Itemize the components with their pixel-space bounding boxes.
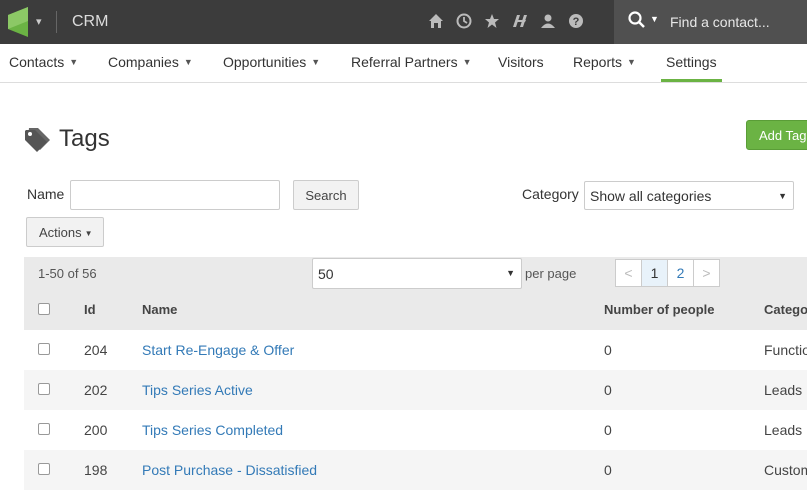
nav-label: Reports xyxy=(573,54,623,70)
per-page-select[interactable]: 50 ▼ xyxy=(312,258,522,289)
tag-category: Leads xyxy=(764,422,803,438)
app-name: CRM xyxy=(72,13,109,30)
tag-people-count: 0 xyxy=(604,342,612,358)
add-tag-button[interactable]: Add Tag xyxy=(746,120,807,150)
chevron-down-icon: ▼ xyxy=(84,229,93,238)
nav-visitors[interactable]: Visitors xyxy=(498,54,544,70)
name-filter-label: Name xyxy=(27,186,65,202)
table-row: 200 Tips Series Completed 0 Leads xyxy=(24,410,807,450)
tag-name-link[interactable]: Tips Series Completed xyxy=(142,422,283,438)
nav-label: Companies xyxy=(108,54,179,70)
select-all-checkbox[interactable] xyxy=(38,303,50,315)
per-page-value: 50 xyxy=(318,266,334,282)
category-selected-value: Show all categories xyxy=(590,188,712,204)
column-header-category[interactable]: Category xyxy=(764,302,807,317)
chevron-down-icon: ▼ xyxy=(506,268,515,278)
actions-button[interactable]: Actions ▼ xyxy=(26,217,104,247)
tag-category: Leads xyxy=(764,382,803,398)
tag-people-count: 0 xyxy=(604,382,612,398)
pagination: < 1 2 > xyxy=(615,259,720,287)
tag-category: Functional xyxy=(764,342,807,358)
app-menu-chevron-icon[interactable]: ▾ xyxy=(36,15,42,28)
row-checkbox[interactable] xyxy=(38,463,50,475)
row-checkbox[interactable] xyxy=(38,383,50,395)
result-range: 1-50 of 56 xyxy=(38,266,97,281)
category-select[interactable]: Show all categories ▼ xyxy=(584,181,794,210)
chevron-down-icon: ▼ xyxy=(778,191,787,201)
nav-settings[interactable]: Settings xyxy=(661,54,722,82)
home-icon[interactable] xyxy=(426,11,446,31)
tag-name-link[interactable]: Start Re-Engage & Offer xyxy=(142,342,294,358)
page-title: Tags xyxy=(59,125,110,152)
tag-category: Customers xyxy=(764,462,807,478)
tag-name-link[interactable]: Tips Series Active xyxy=(142,382,253,398)
contact-search: ▼ xyxy=(614,0,807,44)
pager-bar: 1-50 of 56 50 ▼ per page < 1 2 > xyxy=(24,257,807,290)
tag-id: 202 xyxy=(84,382,108,398)
tag-id: 198 xyxy=(84,462,108,478)
chevron-down-icon: ▼ xyxy=(627,57,636,67)
nav-companies[interactable]: Companies ▼ xyxy=(108,54,193,70)
tags-icon xyxy=(25,128,50,152)
per-page-label: per page xyxy=(525,266,577,281)
tag-id: 200 xyxy=(84,422,108,438)
search-button[interactable]: Search xyxy=(293,180,359,210)
nav-referral-partners[interactable]: Referral Partners ▼ xyxy=(351,54,472,70)
nav-label: Referral Partners xyxy=(351,54,458,70)
table-row: 202 Tips Series Active 0 Leads xyxy=(24,370,807,410)
search-icon[interactable] xyxy=(628,11,646,32)
name-filter-input[interactable] xyxy=(70,180,280,210)
nav-contacts[interactable]: Contacts ▼ xyxy=(9,54,78,70)
chevron-down-icon: ▼ xyxy=(311,57,321,67)
tag-people-count: 0 xyxy=(604,462,612,478)
chevron-down-icon: ▼ xyxy=(183,57,193,67)
chevron-down-icon: ▼ xyxy=(69,57,79,67)
column-header-name[interactable]: Name xyxy=(142,302,177,317)
column-header-number-of-people[interactable]: Number of people xyxy=(604,302,715,317)
chevron-down-icon: ▼ xyxy=(462,57,472,67)
nav-label: Opportunities xyxy=(223,54,307,70)
app-logo-icon[interactable] xyxy=(8,7,28,37)
help-icon[interactable]: ? xyxy=(566,11,586,31)
category-filter-label: Category xyxy=(522,186,579,202)
page-2-button[interactable]: 2 xyxy=(667,259,694,287)
column-header-id[interactable]: Id xyxy=(84,302,96,317)
top-icons: ? xyxy=(426,11,586,31)
divider xyxy=(56,11,57,33)
nav-reports[interactable]: Reports ▼ xyxy=(573,54,636,70)
integrations-icon[interactable] xyxy=(510,11,530,31)
nav-label: Contacts xyxy=(9,54,65,70)
nav-label: Visitors xyxy=(498,54,544,70)
prev-page-button[interactable]: < xyxy=(615,259,642,287)
svg-text:?: ? xyxy=(573,16,580,28)
nav-opportunities[interactable]: Opportunities ▼ xyxy=(223,54,320,70)
page-1-button[interactable]: 1 xyxy=(641,259,668,287)
top-bar: ▾ CRM ? ▼ xyxy=(0,0,807,44)
row-checkbox[interactable] xyxy=(38,423,50,435)
star-icon[interactable] xyxy=(482,11,502,31)
table-row: 198 Post Purchase - Dissatisfied 0 Custo… xyxy=(24,450,807,490)
tag-people-count: 0 xyxy=(604,422,612,438)
search-type-chevron-icon[interactable]: ▼ xyxy=(650,14,659,24)
table-header: Id Name Number of people Category xyxy=(24,290,807,330)
clock-icon[interactable] xyxy=(454,11,474,31)
next-page-button[interactable]: > xyxy=(693,259,720,287)
tag-id: 204 xyxy=(84,342,108,358)
main-nav: Contacts ▼ Companies ▼ Opportunities ▼ Refe… xyxy=(0,44,807,83)
row-checkbox[interactable] xyxy=(38,343,50,355)
tag-name-link[interactable]: Post Purchase - Dissatisfied xyxy=(142,462,317,478)
nav-label: Settings xyxy=(666,54,717,70)
table-row: 204 Start Re-Engage & Offer 0 Functional xyxy=(24,330,807,370)
contact-search-input[interactable] xyxy=(670,10,804,34)
actions-label: Actions xyxy=(39,225,82,240)
user-icon[interactable] xyxy=(538,11,558,31)
